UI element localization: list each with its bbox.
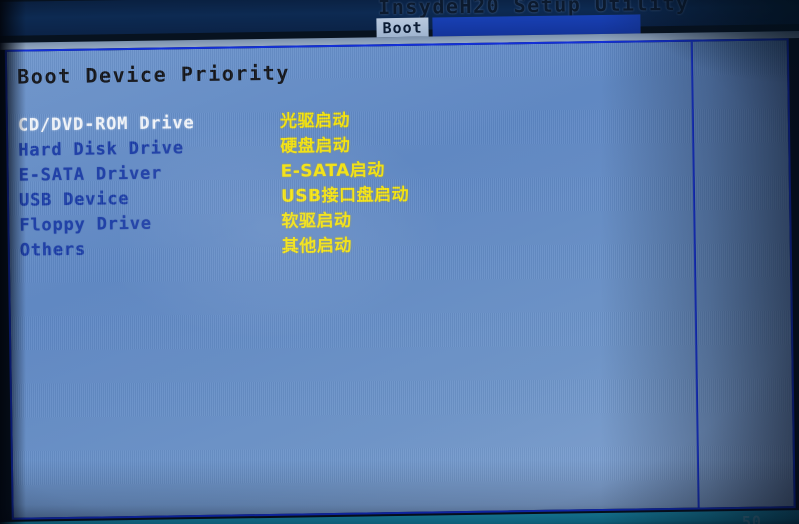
boot-device-annotation: USB接口盘启动 (280, 184, 410, 207)
boot-device-annotation: 光驱启动 (279, 110, 351, 132)
boot-device-annotation: 其他启动 (281, 235, 352, 257)
panel-column-divider (690, 41, 700, 512)
main-panel: Boot Device Priority CD/DVD-ROM Drive 光驱… (4, 38, 796, 520)
screen-photo: InsydeH20 Setup Utility Boot Boot Device… (0, 0, 799, 524)
section-title: Boot Device Priority (17, 60, 291, 89)
boot-device-label: Others (19, 239, 87, 261)
bios-screen: InsydeH20 Setup Utility Boot Boot Device… (0, 0, 799, 524)
desk-strip-ghost-text: 50 (741, 512, 763, 524)
boot-device-label: CD/DVD-ROM Drive (17, 113, 195, 136)
tab-boot[interactable]: Boot (376, 17, 429, 38)
boot-device-label: Floppy Drive (19, 213, 152, 236)
boot-device-annotation: E-SATA启动 (280, 160, 385, 182)
boot-device-priority-list: CD/DVD-ROM Drive 光驱启动 Hard Disk Drive 硬盘… (18, 111, 409, 264)
boot-device-label: USB Device (18, 189, 130, 211)
boot-device-annotation: 软驱启动 (281, 210, 352, 232)
boot-device-label: E-SATA Driver (18, 163, 163, 186)
boot-device-label: Hard Disk Drive (18, 138, 184, 161)
boot-device-annotation: 硬盘启动 (280, 135, 351, 157)
